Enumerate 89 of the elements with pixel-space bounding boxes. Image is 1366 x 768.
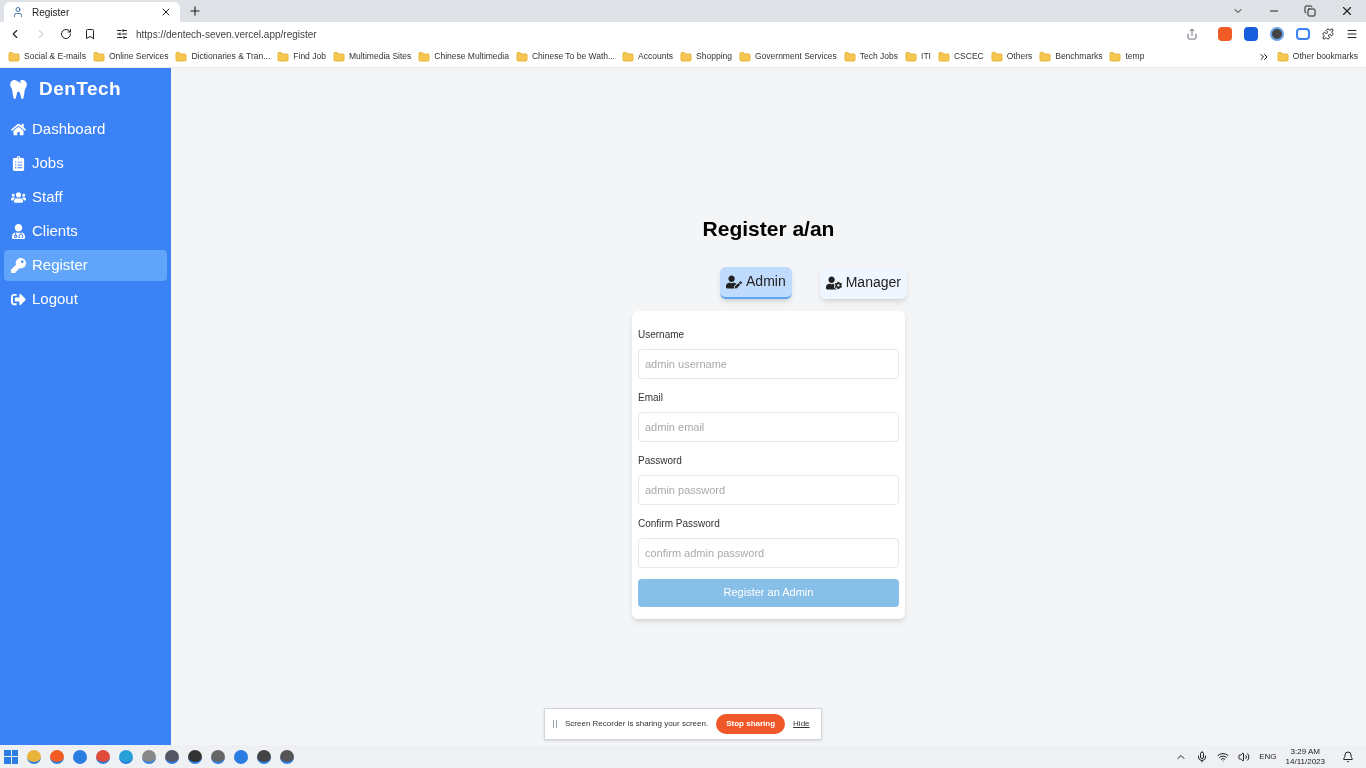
folder-icon <box>905 50 917 63</box>
bookmark-folder[interactable]: Other bookmarks <box>1276 50 1358 63</box>
field-label: Email <box>638 390 664 405</box>
wifi-icon <box>1217 750 1230 763</box>
home-icon <box>11 122 26 137</box>
role-tab[interactable]: Manager <box>819 266 907 299</box>
folder-icon <box>1276 50 1289 63</box>
close-icon <box>1340 4 1354 18</box>
new-tab-icon <box>188 4 202 18</box>
restore-icon <box>1304 5 1316 17</box>
bookmark-folder[interactable]: Find Job <box>277 50 326 63</box>
folder-icon <box>1109 50 1122 63</box>
language-indicator[interactable]: ENG <box>1259 750 1277 763</box>
bookmark-folder[interactable]: Accounts <box>622 50 674 63</box>
tooth-icon <box>10 79 27 99</box>
sidebar-item[interactable]: Clients <box>4 216 167 247</box>
tab-favicon-icon <box>12 6 24 18</box>
folder-icon <box>739 50 751 63</box>
bookmark-folder[interactable]: Dictionaries & Tran... <box>175 50 271 63</box>
taskbar-app-icon[interactable] <box>257 749 271 764</box>
bookmark-folder[interactable]: Shopping <box>680 50 732 63</box>
user-icon <box>726 274 742 289</box>
bookmark-folder[interactable]: ITI <box>905 50 931 63</box>
folder-icon <box>990 50 1003 63</box>
reload-icon <box>60 28 72 40</box>
screen-icon <box>1296 28 1310 40</box>
bookmark-folder[interactable]: Chinese To be Wath... <box>515 50 616 63</box>
clipboard-icon <box>11 156 26 171</box>
folder-icon <box>1039 50 1052 63</box>
folder-icon <box>92 50 105 63</box>
browser-tab[interactable]: Register <box>4 2 180 22</box>
folder-icon <box>332 50 345 63</box>
sidebar-item[interactable]: Logout <box>4 284 167 315</box>
clock[interactable]: 3:29 AM 14/11/2023 <box>1285 746 1325 767</box>
taskbar-app-icon[interactable] <box>188 749 202 764</box>
bookmark-icon <box>84 28 96 40</box>
hide-link[interactable]: Hide <box>793 718 810 730</box>
folder-icon <box>680 50 693 63</box>
input-field[interactable]: admin email <box>638 411 899 442</box>
record-icon <box>1270 27 1284 41</box>
taskbar-app-icon[interactable] <box>280 749 294 764</box>
folder-icon <box>277 50 290 63</box>
bookmark-folder[interactable]: CSCEC <box>937 50 984 63</box>
input-field[interactable]: admin username <box>638 348 899 379</box>
bookmark-folder[interactable]: Online Services <box>92 50 169 63</box>
volume-icon <box>1238 750 1251 763</box>
key-icon <box>11 258 26 273</box>
extensions-icon <box>1322 28 1334 40</box>
bookmark-folder[interactable]: Benchmarks <box>1039 50 1103 63</box>
user-icon <box>825 275 842 290</box>
person-icon <box>11 224 26 239</box>
field-label: Password <box>638 453 683 468</box>
page-heading: Register a/an <box>702 216 835 242</box>
folder-icon <box>418 50 431 63</box>
drag-handle-icon <box>553 720 557 728</box>
field-label: Username <box>638 327 686 342</box>
menu-icon <box>1346 28 1358 40</box>
brand-name: DenTech <box>39 76 122 101</box>
sidebar-item[interactable]: Staff <box>4 182 167 213</box>
share-icon <box>1186 28 1198 40</box>
share-message: Screen Recorder is sharing your screen. <box>565 718 709 730</box>
bookmark-folder[interactable]: Chinese Multimedia <box>418 50 509 63</box>
bookmark-folder[interactable]: Multimedia Sites <box>332 50 412 63</box>
notification-icon <box>1342 750 1354 763</box>
bookmark-folder[interactable]: Social & E-mails <box>8 50 86 63</box>
folder-icon <box>622 50 635 63</box>
site-settings-icon <box>116 28 128 40</box>
microphone-icon <box>1196 750 1209 763</box>
folder-icon <box>8 50 20 63</box>
bookmark-folder[interactable]: Tech Jobs <box>843 50 898 63</box>
taskbar-app-icon[interactable] <box>165 749 179 764</box>
sidebar-item[interactable]: Dashboard <box>4 114 167 145</box>
sidebar-item[interactable]: Jobs <box>4 148 167 179</box>
folder-icon <box>515 50 528 63</box>
folder-icon <box>175 50 188 63</box>
windows-start-icon[interactable] <box>4 749 18 764</box>
exit-icon <box>11 292 26 307</box>
folder-icon <box>937 50 950 63</box>
bookmark-folder[interactable]: Government Services <box>739 50 837 63</box>
folder-icon <box>843 50 856 63</box>
group-icon <box>11 190 26 205</box>
field-label: Confirm Password <box>638 516 721 531</box>
bookmark-folder[interactable]: Others <box>990 50 1033 63</box>
input-field[interactable]: admin password <box>638 474 899 505</box>
bookmark-folder[interactable]: temp <box>1109 50 1145 63</box>
taskbar-app-icon[interactable] <box>211 749 225 764</box>
role-tab[interactable]: Admin <box>720 266 792 299</box>
input-field[interactable]: confirm admin password <box>638 537 899 568</box>
close-tab-icon <box>160 6 172 18</box>
